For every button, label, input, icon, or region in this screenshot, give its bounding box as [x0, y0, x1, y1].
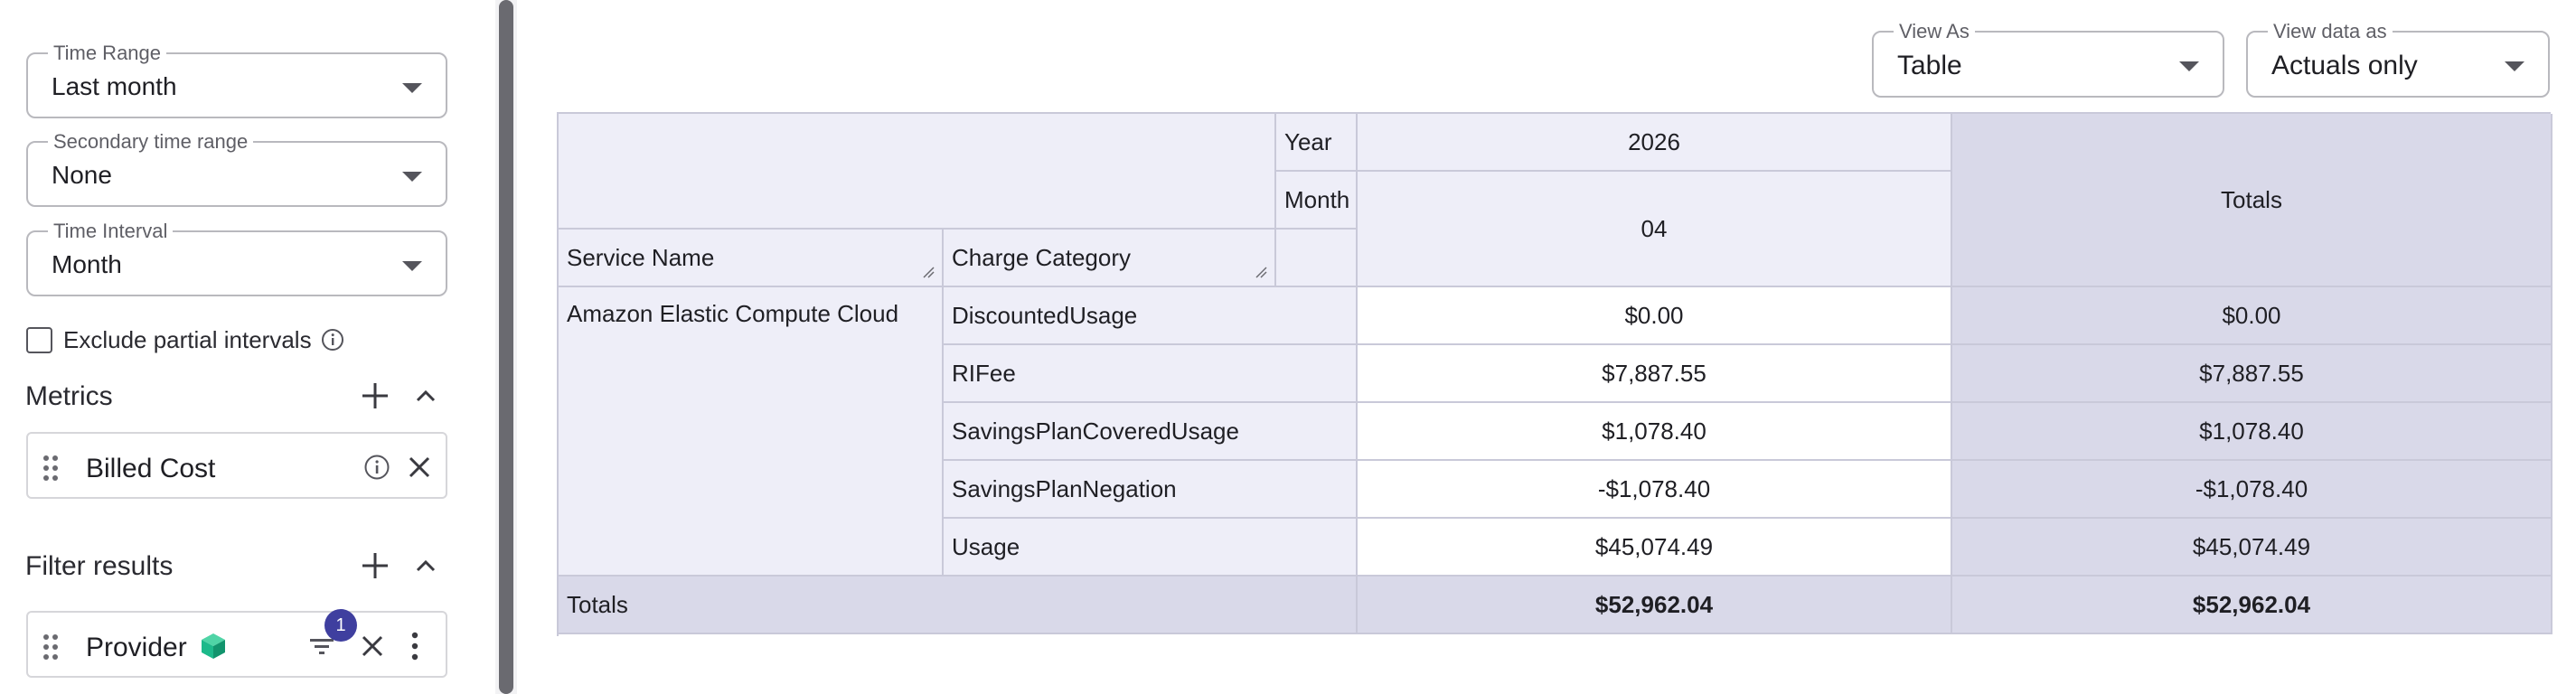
time-interval-select[interactable]: Time Interval Month: [26, 220, 447, 296]
row-total-cell: $45,074.49: [1952, 519, 2552, 577]
footer-value-cell: $52,962.04: [1358, 577, 1952, 634]
row-total-cell: $7,887.55: [1952, 345, 2552, 403]
row-total-cell: $1,078.40: [1952, 403, 2552, 461]
collapse-metrics-button[interactable]: [408, 378, 444, 414]
month-value: 04: [1358, 172, 1952, 287]
value-cell: $1,078.40: [1358, 403, 1952, 461]
close-icon[interactable]: [359, 633, 386, 660]
secondary-time-range-value: None: [52, 161, 112, 189]
main-panel: View As Table View data as Actuals only …: [517, 0, 2576, 694]
sidebar-scrollbar-thumb[interactable]: [499, 0, 513, 694]
collapse-filters-button[interactable]: [408, 548, 444, 584]
value-cell: -$1,078.40: [1358, 461, 1952, 519]
time-range-select[interactable]: Time Range Last month: [26, 42, 447, 118]
view-as-value: Table: [1897, 51, 1962, 80]
service-name-column-header[interactable]: Service Name: [559, 230, 944, 287]
filter-results-title: Filter results: [25, 551, 174, 581]
caret-down-icon: [402, 172, 422, 182]
exclude-partial-label: Exclude partial intervals: [63, 325, 312, 353]
row-total-cell: -$1,078.40: [1952, 461, 2552, 519]
charge-category-header-label: Charge Category: [952, 243, 1131, 271]
info-icon[interactable]: [363, 454, 390, 481]
month-label: Month: [1276, 172, 1358, 230]
charge-category-cell: DiscountedUsage: [944, 287, 1358, 345]
charge-category-column-header[interactable]: Charge Category: [944, 230, 1276, 287]
caret-down-icon: [402, 261, 422, 271]
footer-grand-total-cell: $52,962.04: [1952, 577, 2552, 634]
drag-handle-icon[interactable]: [41, 454, 61, 483]
value-cell: $7,887.55: [1358, 345, 1952, 403]
metric-card-billed-cost[interactable]: Billed Cost: [26, 432, 447, 499]
more-vert-icon[interactable]: [406, 629, 424, 663]
caret-down-icon: [2179, 61, 2199, 71]
exclude-partial-checkbox[interactable]: [26, 326, 52, 353]
service-name-cell: Amazon Elastic Compute Cloud: [559, 287, 944, 577]
view-as-select[interactable]: View As Table: [1872, 20, 2224, 98]
sidebar: Time Range Last month Secondary time ran…: [0, 0, 495, 694]
caret-down-icon: [2505, 61, 2524, 71]
resize-handle-icon[interactable]: [922, 266, 935, 278]
info-icon[interactable]: [321, 328, 344, 352]
charge-category-cell: SavingsPlanNegation: [944, 461, 1358, 519]
view-data-as-label: View data as: [2268, 20, 2393, 43]
charge-category-cell: RIFee: [944, 345, 1358, 403]
secondary-time-range-select[interactable]: Secondary time range None: [26, 130, 447, 207]
add-metric-button[interactable]: [357, 378, 393, 414]
totals-column-header: Totals: [1952, 114, 2552, 287]
metrics-title: Metrics: [25, 381, 113, 411]
provider-cube-icon: [202, 633, 225, 659]
charge-category-cell: Usage: [944, 519, 1358, 577]
value-cell: $0.00: [1358, 287, 1952, 345]
exclude-partial-row: Exclude partial intervals: [26, 324, 344, 356]
time-interval-value: Month: [52, 250, 122, 278]
secondary-time-range-label: Secondary time range: [48, 130, 254, 154]
header-spacer: [1276, 230, 1358, 287]
time-range-value: Last month: [52, 72, 177, 100]
value-cell: $45,074.49: [1358, 519, 1952, 577]
view-as-label: View As: [1894, 20, 1975, 43]
add-filter-button[interactable]: [357, 548, 393, 584]
charge-category-cell: SavingsPlanCoveredUsage: [944, 403, 1358, 461]
time-interval-label: Time Interval: [48, 220, 174, 243]
header-corner: [559, 114, 1276, 230]
time-range-label: Time Range: [48, 42, 167, 65]
caret-down-icon: [402, 83, 422, 93]
metric-label: Billed Cost: [86, 454, 216, 483]
close-icon[interactable]: [406, 454, 433, 481]
filter-label: Provider: [86, 633, 187, 662]
drag-handle-icon[interactable]: [41, 633, 61, 661]
filter-card-provider[interactable]: Provider 1: [26, 609, 447, 678]
service-name-header-label: Service Name: [567, 243, 715, 271]
pivot-table: Year 2026 Month 04 Totals Service Name C…: [557, 112, 2552, 636]
filter-count-badge: 1: [324, 609, 357, 642]
year-value: 2026: [1358, 114, 1952, 172]
view-data-as-select[interactable]: View data as Actuals only: [2246, 20, 2550, 98]
year-label: Year: [1276, 114, 1358, 172]
footer-totals-label: Totals: [559, 577, 1358, 634]
resize-handle-icon[interactable]: [1255, 266, 1267, 278]
row-total-cell: $0.00: [1952, 287, 2552, 345]
view-data-as-value: Actuals only: [2271, 51, 2418, 80]
